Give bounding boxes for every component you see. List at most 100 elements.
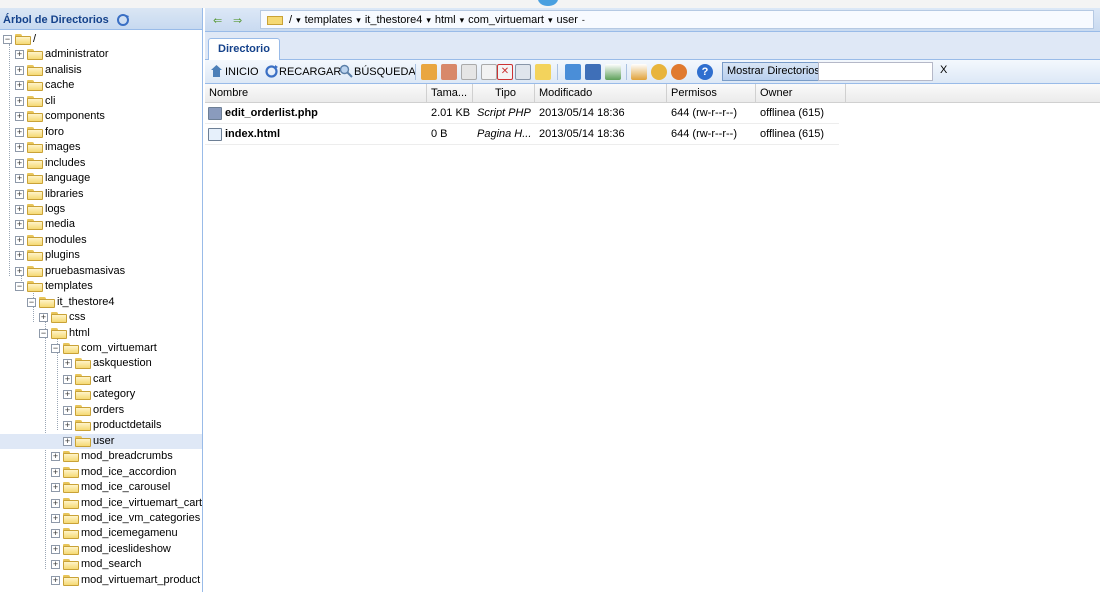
- tree-node-user[interactable]: + user: [0, 433, 202, 449]
- expand-toggle-icon[interactable]: +: [63, 390, 72, 400]
- tree-node-components[interactable]: + components: [0, 109, 202, 124]
- expand-toggle-icon[interactable]: +: [63, 374, 72, 384]
- tree-node-mod-virtuemart-product[interactable]: + mod_virtuemart_product: [0, 573, 202, 588]
- delete-icon[interactable]: ✕: [497, 64, 513, 80]
- expand-toggle-icon[interactable]: +: [51, 544, 60, 554]
- tree-node-mod-ice-vm-categories[interactable]: + mod_ice_vm_categories: [0, 511, 202, 526]
- tree-node-orders[interactable]: + orders: [0, 403, 202, 418]
- tree-node-includes[interactable]: + includes: [0, 156, 202, 171]
- expand-toggle-icon[interactable]: +: [15, 204, 24, 214]
- tree-node-modules[interactable]: + modules: [0, 233, 202, 248]
- collapse-toggle-icon[interactable]: −: [51, 344, 60, 353]
- expand-toggle-icon[interactable]: +: [15, 220, 24, 230]
- column-header[interactable]: Modificado: [535, 84, 667, 103]
- tree-node-logs[interactable]: + logs: [0, 202, 202, 217]
- expand-toggle-icon[interactable]: +: [15, 65, 24, 75]
- expand-toggle-icon[interactable]: +: [51, 513, 60, 523]
- tree-root[interactable]: − /: [3, 32, 201, 47]
- tree-node-mod-iceslideshow[interactable]: + mod_iceslideshow: [0, 542, 202, 557]
- breadcrumb-item[interactable]: it_thestore4: [365, 14, 422, 26]
- tree-node-cli[interactable]: + cli: [0, 94, 202, 109]
- expand-toggle-icon[interactable]: +: [63, 405, 72, 415]
- expand-toggle-icon[interactable]: +: [15, 127, 24, 137]
- expand-toggle-icon[interactable]: +: [15, 251, 24, 261]
- tree-node-it-thestore4[interactable]: − it_thestore4: [0, 295, 202, 310]
- expand-toggle-icon[interactable]: +: [15, 81, 24, 91]
- tree-node-analisis[interactable]: + analisis: [0, 63, 202, 78]
- forward-arrow-icon[interactable]: ⇒: [233, 14, 242, 27]
- expand-toggle-icon[interactable]: +: [15, 158, 24, 168]
- search-button[interactable]: BÚSQUEDA: [354, 64, 416, 80]
- breadcrumb-item[interactable]: html: [435, 14, 456, 26]
- back-arrow-icon[interactable]: ⇐: [213, 14, 222, 27]
- breadcrumb-item[interactable]: templates: [305, 14, 353, 26]
- expand-toggle-icon[interactable]: +: [51, 483, 60, 493]
- expand-toggle-icon[interactable]: +: [51, 467, 60, 477]
- expand-toggle-icon[interactable]: +: [15, 235, 24, 245]
- table-row[interactable]: index.html 0 B Pagina H... 2013/05/14 18:36…: [205, 124, 839, 145]
- tree-node-cart[interactable]: + cart: [0, 372, 202, 387]
- reload-icon[interactable]: [264, 64, 279, 79]
- breadcrumb-item[interactable]: /: [289, 14, 292, 26]
- tree-node-productdetails[interactable]: + productdetails: [0, 418, 202, 433]
- expand-toggle-icon[interactable]: +: [15, 174, 24, 184]
- upload-icon[interactable]: [631, 64, 647, 80]
- download-icon[interactable]: [605, 64, 621, 80]
- tree-node-askquestion[interactable]: + askquestion: [0, 356, 202, 371]
- chevron-down-icon[interactable]: ▾: [426, 15, 431, 25]
- tree-node-css[interactable]: + css: [0, 310, 202, 325]
- collapse-toggle-icon[interactable]: −: [3, 35, 12, 44]
- home-button[interactable]: INICIO: [225, 64, 259, 80]
- chevron-down-icon[interactable]: ▾: [460, 15, 465, 25]
- chevron-down-icon[interactable]: ▾: [548, 15, 553, 25]
- column-header[interactable]: Permisos: [667, 84, 756, 103]
- column-header[interactable]: Tama...: [427, 84, 473, 103]
- collapse-toggle-icon[interactable]: −: [27, 297, 36, 307]
- tree-node-mod-search[interactable]: + mod_search: [0, 557, 202, 572]
- copy-icon[interactable]: [461, 64, 477, 80]
- column-header[interactable]: Nombre: [205, 84, 427, 103]
- tree-node-mod-ice-accordion[interactable]: + mod_ice_accordion: [0, 465, 202, 480]
- new-file-icon[interactable]: [421, 64, 437, 80]
- expand-toggle-icon[interactable]: +: [15, 189, 24, 199]
- permissions-icon[interactable]: [671, 64, 687, 80]
- expand-toggle-icon[interactable]: +: [63, 436, 72, 446]
- table-row[interactable]: edit_orderlist.php 2.01 KB Script PHP 2013/…: [205, 103, 839, 124]
- search-icon[interactable]: [339, 64, 353, 78]
- tree-node-com-virtuemart[interactable]: − com_virtuemart: [0, 341, 202, 356]
- tree-node-mod-breadcrumbs[interactable]: + mod_breadcrumbs: [0, 449, 202, 464]
- tab-directorio[interactable]: Directorio: [208, 38, 280, 60]
- refresh-tree-icon[interactable]: [114, 13, 132, 27]
- expand-toggle-icon[interactable]: +: [51, 498, 60, 508]
- collapse-toggle-icon[interactable]: −: [15, 282, 24, 292]
- expand-toggle-icon[interactable]: +: [39, 313, 48, 323]
- tree-node-html[interactable]: − html: [0, 326, 202, 341]
- tree-node-images[interactable]: + images: [0, 140, 202, 155]
- expand-toggle-icon[interactable]: +: [51, 529, 60, 539]
- expand-toggle-icon[interactable]: +: [15, 50, 24, 60]
- expand-toggle-icon[interactable]: +: [15, 112, 24, 122]
- tree-node-mod-ice-carousel[interactable]: + mod_ice_carousel: [0, 480, 202, 495]
- expand-toggle-icon[interactable]: +: [63, 421, 72, 431]
- expand-toggle-icon[interactable]: +: [63, 359, 72, 369]
- tree-node-templates[interactable]: − templates: [0, 279, 202, 294]
- tree-node-category[interactable]: + category: [0, 387, 202, 402]
- tree-node-mod-icemegamenu[interactable]: + mod_icemegamenu: [0, 526, 202, 541]
- tree-node-foro[interactable]: + foro: [0, 125, 202, 140]
- chevron-down-icon[interactable]: -: [582, 15, 585, 25]
- expand-toggle-icon[interactable]: +: [51, 575, 60, 585]
- breadcrumb-item[interactable]: com_virtuemart: [468, 14, 544, 26]
- expand-toggle-icon[interactable]: +: [15, 96, 24, 106]
- column-header[interactable]: Tipo: [473, 84, 535, 103]
- tree-node-mod-ice-virtuemart-cart[interactable]: + mod_ice_virtuemart_cart: [0, 496, 202, 511]
- collapse-toggle-icon[interactable]: −: [39, 328, 48, 338]
- extract-icon[interactable]: [651, 64, 667, 80]
- expand-toggle-icon[interactable]: +: [15, 143, 24, 153]
- tree-node-pruebasmasivas[interactable]: + pruebasmasivas: [0, 264, 202, 279]
- filter-input[interactable]: [818, 62, 933, 81]
- tree-node-cache[interactable]: + cache: [0, 78, 202, 93]
- help-icon[interactable]: ?: [697, 64, 713, 80]
- tree-node-media[interactable]: + media: [0, 217, 202, 232]
- chevron-down-icon[interactable]: ▾: [296, 15, 301, 25]
- archive-icon[interactable]: [535, 64, 551, 80]
